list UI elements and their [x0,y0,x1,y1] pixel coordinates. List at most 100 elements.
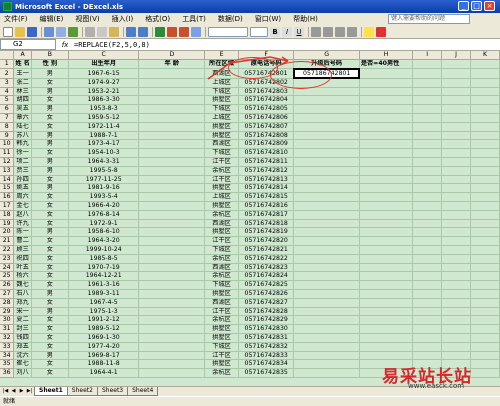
cell-district[interactable]: 拱墅区 [204,183,239,194]
cell[interactable] [470,307,500,317]
cell-district[interactable]: 江干区 [204,157,239,167]
cell-birthdate[interactable]: 1959-5-12 [68,113,140,123]
cell-district[interactable]: 余杭区 [204,368,239,378]
cell-gender[interactable]: 男 [31,87,69,97]
cell-original-phone[interactable]: 05716742806 [238,113,295,123]
cell-name[interactable]: 王一 [13,68,32,79]
cell-age[interactable] [138,351,206,361]
cell-birthdate[interactable]: 1958-6-10 [68,227,140,238]
cell-age[interactable] [138,166,206,176]
minimize-button[interactable]: _ [458,1,469,11]
cell[interactable] [441,157,471,167]
cell[interactable] [441,148,471,159]
cell[interactable] [470,315,500,326]
cell[interactable] [359,139,414,150]
cell-birthdate[interactable]: 1972-9-1 [68,219,140,229]
cell-gender[interactable]: 女 [31,113,69,123]
header-age[interactable]: 年 龄 [138,59,206,70]
cell[interactable] [412,236,443,247]
cell-upgraded-phone[interactable] [293,289,360,299]
cell[interactable] [359,298,414,308]
cell[interactable] [470,122,500,132]
cell-gender[interactable]: 女 [31,298,69,308]
cell-original-phone[interactable]: 05716742813 [238,175,295,185]
cell-birthdate[interactable]: 1969-8-17 [68,351,140,361]
cell[interactable] [470,359,500,370]
cell[interactable] [412,280,443,291]
cell-name[interactable]: 魏七 [13,280,32,291]
cell-original-phone[interactable]: 05716742819 [238,227,295,238]
align-right-icon[interactable] [335,26,345,37]
cell[interactable] [359,175,414,185]
cell-birthdate[interactable]: 1970-7-19 [68,263,140,273]
cell-district[interactable]: 拱墅区 [204,201,239,211]
cell[interactable] [441,68,471,79]
cell-upgraded-phone[interactable] [293,315,360,326]
cell-age[interactable] [138,122,206,132]
menu-help[interactable]: 帮助(H) [291,14,320,24]
column-header-j[interactable]: J [441,51,471,60]
cell-original-phone[interactable]: 05716742818 [238,219,295,229]
cell-gender[interactable]: 男 [31,68,69,79]
menu-tools[interactable]: 工具(T) [180,14,208,24]
cell[interactable] [470,157,500,167]
cell[interactable] [359,227,414,238]
cell[interactable] [412,59,443,70]
cell[interactable] [441,298,471,308]
header-gender[interactable]: 性 别 [31,59,69,70]
cell[interactable] [359,192,414,203]
cell-district[interactable]: 拱墅区 [204,289,239,299]
row-number[interactable]: 24 [0,263,15,273]
cell[interactable] [441,271,471,282]
cell-gender[interactable]: 男 [31,183,69,194]
cell-age[interactable] [138,280,206,291]
cell-gender[interactable]: 男 [31,139,69,150]
cell-upgraded-phone[interactable] [293,131,360,141]
align-center-icon[interactable] [323,26,333,37]
cell-gender[interactable]: 女 [31,95,69,106]
row-number[interactable]: 27 [0,289,15,299]
cell[interactable] [441,289,471,299]
cell-upgraded-phone[interactable] [293,87,360,97]
cell[interactable] [412,68,443,79]
cell[interactable] [412,175,443,185]
cell-name[interactable]: 韩九 [13,139,32,150]
cell-gender[interactable]: 男 [31,289,69,299]
cell-birthdate[interactable]: 1993-5-4 [68,192,140,203]
header-name[interactable]: 姓 名 [13,59,32,70]
cell-upgraded-phone[interactable] [293,351,360,361]
cell-birthdate[interactable]: 1961-3-16 [68,280,140,291]
cell-district[interactable]: 西湖区 [204,298,239,308]
cell-district[interactable]: 上城区 [204,192,239,203]
cell-birthdate[interactable]: 1967-6-15 [68,68,140,79]
cell-district[interactable]: 江干区 [204,351,239,361]
cell-district[interactable]: 拱墅区 [204,122,239,132]
row-number[interactable]: 15 [0,183,15,194]
column-header-d[interactable]: D [138,51,206,60]
cell-age[interactable] [138,192,206,203]
cell[interactable] [359,245,414,255]
fx-icon[interactable]: fx [56,41,74,49]
cell-upgraded-phone[interactable] [293,183,360,194]
cell[interactable] [470,201,500,211]
cell[interactable] [470,68,500,79]
cell[interactable] [470,245,500,255]
cell[interactable] [441,113,471,123]
header-district[interactable]: 所在区域 [204,59,239,70]
cell-upgraded-phone[interactable] [293,271,360,282]
cell[interactable] [470,227,500,238]
cell-gender[interactable]: 女 [31,219,69,229]
cell-age[interactable] [138,95,206,106]
cell[interactable] [441,139,471,150]
worksheet-grid[interactable]: A B C D E F G H I J K 1 姓 名 性 别 出生年月 年 龄… [0,51,500,386]
column-header-g[interactable]: G [293,51,360,60]
selected-cell-g2[interactable]: 057186742801 [292,67,361,80]
cell-name[interactable]: 曹二 [13,236,32,247]
cell[interactable] [470,351,500,361]
print-icon[interactable] [44,26,54,37]
cell[interactable] [470,113,500,123]
cell[interactable] [470,324,500,334]
cell-gender[interactable]: 男 [31,166,69,176]
font-size-select[interactable] [250,26,268,37]
cell-name[interactable]: 刘八 [13,368,32,378]
